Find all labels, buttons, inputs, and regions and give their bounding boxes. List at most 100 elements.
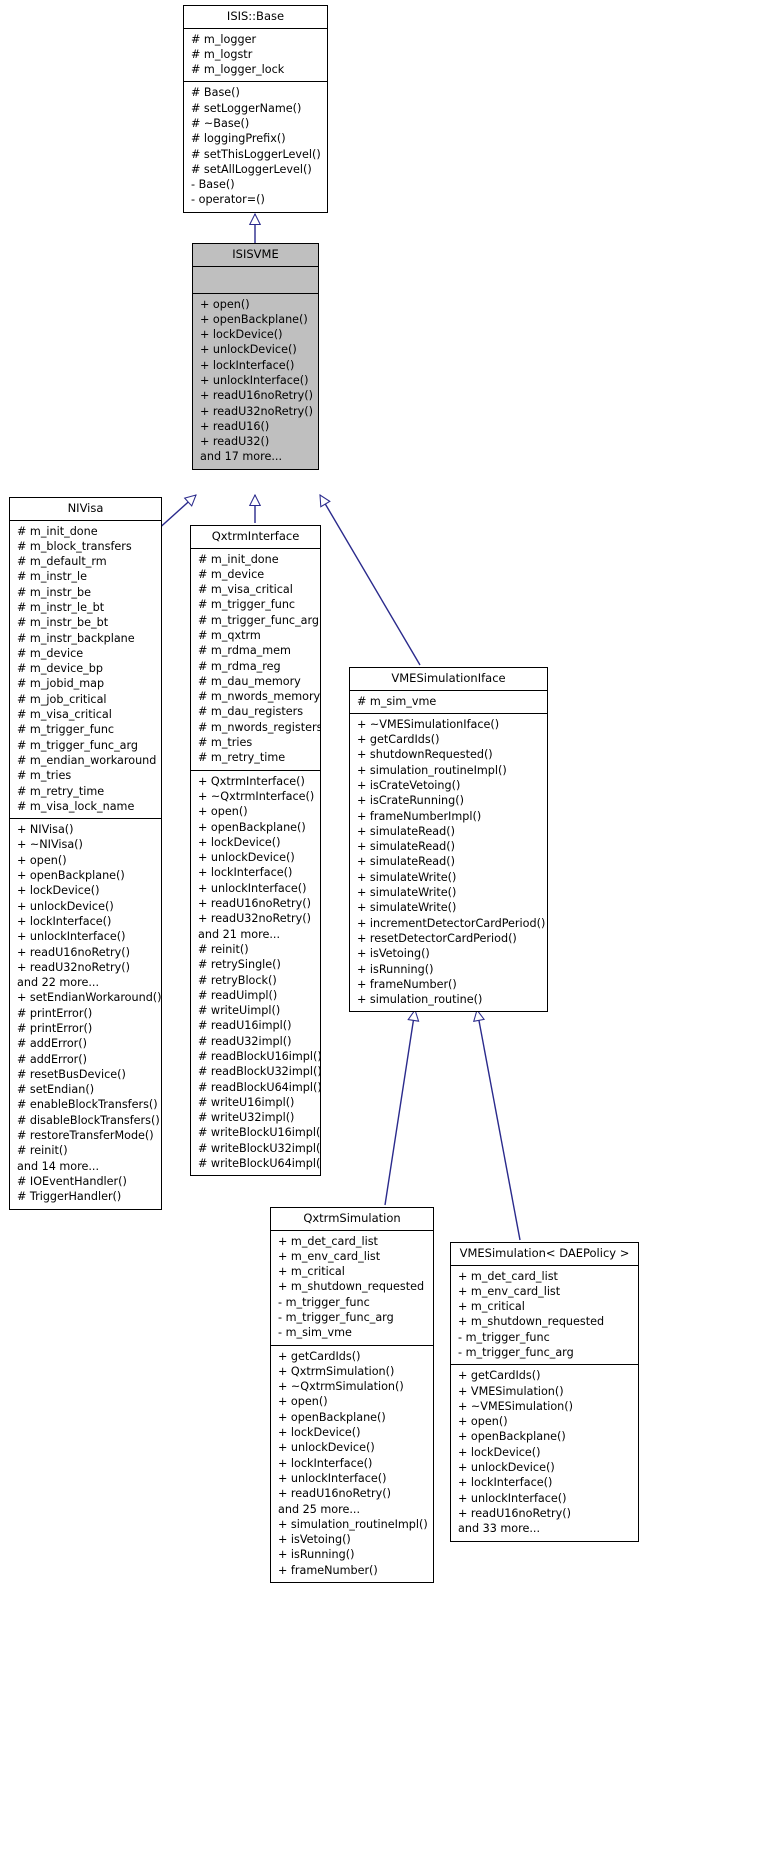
class-attributes: # m_init_done # m_block_transfers # m_defa… bbox=[10, 519, 161, 819]
class-box-isis-base[interactable]: ISIS::Base # m_logger # m_logstr # m_logge… bbox=[183, 5, 328, 213]
class-member: - Base() bbox=[191, 178, 235, 192]
class-member: + lockDevice() bbox=[458, 1445, 541, 1459]
class-member: + unlockDevice() bbox=[198, 851, 295, 865]
class-box-qxtrm-simulation[interactable]: QxtrmSimulation + m_det_card_list + m_env… bbox=[270, 1207, 434, 1584]
class-member: + openBackplane() bbox=[198, 820, 306, 834]
edge-qxtrm-simulation-to-vme-simulation-iface bbox=[384, 1010, 415, 1206]
class-member: # m_dau_memory bbox=[198, 674, 301, 688]
class-member: + readU32() bbox=[200, 435, 270, 449]
class-member: # m_device_bp bbox=[17, 662, 103, 676]
class-member: + openBackplane() bbox=[200, 312, 308, 326]
class-member: + m_det_card_list bbox=[458, 1269, 558, 1283]
class-box-nivisa[interactable]: NIVisa # m_init_done # m_block_transfers #… bbox=[9, 497, 162, 1210]
class-title: ISIS::Base bbox=[226, 9, 285, 23]
class-member: # m_trigger_func bbox=[198, 598, 296, 612]
class-member: # writeUimpl() bbox=[198, 1004, 281, 1018]
class-member: + lockDevice() bbox=[198, 835, 281, 849]
class-member: # printError() bbox=[17, 1006, 93, 1020]
class-member: + isCrateVetoing() bbox=[357, 778, 461, 792]
class-member: # m_visa_critical bbox=[17, 708, 112, 722]
class-member: + m_shutdown_requested bbox=[458, 1315, 605, 1329]
class-member: # m_logger bbox=[191, 32, 257, 46]
class-member: # writeBlockU64impl() bbox=[198, 1157, 320, 1171]
class-attributes: # m_sim_vme bbox=[350, 689, 547, 713]
class-member: # m_logstr bbox=[191, 47, 253, 61]
class-member: + openBackplane() bbox=[458, 1430, 566, 1444]
class-member: + lockDevice() bbox=[17, 884, 100, 898]
class-member: # retrySingle() bbox=[198, 958, 281, 972]
class-member: # writeU16impl() bbox=[198, 1095, 295, 1109]
class-member: + isVetoing() bbox=[357, 947, 430, 961]
class-title: VMESimulation< DAEPolicy > bbox=[459, 1246, 630, 1260]
class-member: + frameNumber() bbox=[278, 1563, 378, 1577]
class-member: # m_default_rm bbox=[17, 555, 107, 569]
class-member: and 25 more... bbox=[278, 1502, 361, 1516]
class-member: + VMESimulation() bbox=[458, 1384, 564, 1398]
class-member: + resetDetectorCardPeriod() bbox=[357, 931, 517, 945]
edge-vme-simulation-daepolicy-to-vme-simulation-iface bbox=[477, 1010, 521, 1241]
class-member: + unlockInterface() bbox=[198, 881, 307, 895]
class-member: + m_critical bbox=[278, 1265, 345, 1279]
class-member: # reinit() bbox=[17, 1144, 68, 1158]
class-title: VMESimulationIface bbox=[391, 671, 506, 685]
class-member: + unlockInterface() bbox=[17, 930, 126, 944]
class-member: - m_trigger_func_arg bbox=[278, 1310, 394, 1324]
class-member: # m_instr_le bbox=[17, 570, 88, 584]
class-member: + unlockDevice() bbox=[458, 1461, 555, 1475]
class-member: # Base() bbox=[191, 86, 240, 100]
class-member: # readBlockU32impl() bbox=[198, 1065, 320, 1079]
class-member: + getCardIds() bbox=[458, 1369, 541, 1383]
edge-vme-simulation-iface-to-isisvme bbox=[319, 495, 421, 666]
class-member: and 22 more... bbox=[17, 976, 100, 990]
class-member: + lockDevice() bbox=[278, 1426, 361, 1440]
class-member: # setEndian() bbox=[17, 1083, 95, 1097]
class-box-isisvme[interactable]: ISISVME + open() + openBackplane() + lockD… bbox=[192, 243, 319, 470]
class-member: + lockDevice() bbox=[200, 328, 283, 342]
class-member: # m_tries bbox=[198, 736, 253, 750]
class-member: # m_nwords_registers bbox=[198, 720, 320, 734]
class-member: # m_instr_backplane bbox=[17, 631, 135, 645]
class-member: + m_det_card_list bbox=[278, 1234, 378, 1248]
class-member: + readU16noRetry() bbox=[198, 897, 311, 911]
class-member: # readU32impl() bbox=[198, 1034, 292, 1048]
class-member: # m_trigger_func_arg bbox=[17, 738, 139, 752]
class-member: + unlockDevice() bbox=[278, 1441, 375, 1455]
class-member: + simulateRead() bbox=[357, 824, 455, 838]
class-member: + openBackplane() bbox=[17, 869, 125, 883]
class-member: + simulation_routine() bbox=[357, 993, 483, 1007]
class-member: # m_visa_lock_name bbox=[17, 799, 135, 813]
class-member: # m_dau_registers bbox=[198, 705, 304, 719]
class-attributes bbox=[193, 265, 318, 293]
class-member: # m_device bbox=[17, 646, 84, 660]
class-member: + QxtrmSimulation() bbox=[278, 1364, 395, 1378]
class-member: # readBlockU64impl() bbox=[198, 1080, 320, 1094]
class-member: + unlockInterface() bbox=[200, 373, 309, 387]
class-member: # addError() bbox=[17, 1037, 87, 1051]
class-member: + frameNumber() bbox=[357, 977, 457, 991]
class-member: + readU16noRetry() bbox=[200, 389, 313, 403]
class-member: + readU16() bbox=[200, 419, 270, 433]
class-member: # writeBlockU16impl() bbox=[198, 1126, 320, 1140]
class-member: # m_jobid_map bbox=[17, 677, 105, 691]
class-member: + frameNumberImpl() bbox=[357, 809, 482, 823]
class-box-qxtrm-interface[interactable]: QxtrmInterface # m_init_done # m_device # … bbox=[190, 525, 321, 1177]
class-member: # m_retry_time bbox=[17, 784, 105, 798]
class-member: and 33 more... bbox=[458, 1522, 541, 1536]
class-operations: + getCardIds() + VMESimulation() + ~VMESim… bbox=[451, 1364, 638, 1540]
class-member: + simulateRead() bbox=[357, 855, 455, 869]
class-member: # setAllLoggerLevel() bbox=[191, 162, 312, 176]
class-box-vme-simulation-iface[interactable]: VMESimulationIface # m_sim_vme + ~VMESim… bbox=[349, 667, 548, 1013]
class-member: + readU32noRetry() bbox=[200, 404, 313, 418]
class-member: + ~NIVisa() bbox=[17, 838, 83, 852]
class-member: + lockInterface() bbox=[17, 914, 112, 928]
class-member: + unlockInterface() bbox=[278, 1471, 387, 1485]
class-attributes: # m_init_done # m_device # m_visa_critical… bbox=[191, 547, 320, 770]
class-member: + open() bbox=[17, 853, 67, 867]
class-member: # m_trigger_func bbox=[17, 723, 115, 737]
class-member: + unlockInterface() bbox=[458, 1491, 567, 1505]
class-member: # IOEventHandler() bbox=[17, 1174, 127, 1188]
class-member: + ~QxtrmSimulation() bbox=[278, 1380, 404, 1394]
class-member: + unlockDevice() bbox=[17, 899, 114, 913]
class-member: # m_device bbox=[198, 567, 265, 581]
class-box-vme-simulation-daepolicy[interactable]: VMESimulation< DAEPolicy > + m_det_card_… bbox=[450, 1242, 639, 1542]
